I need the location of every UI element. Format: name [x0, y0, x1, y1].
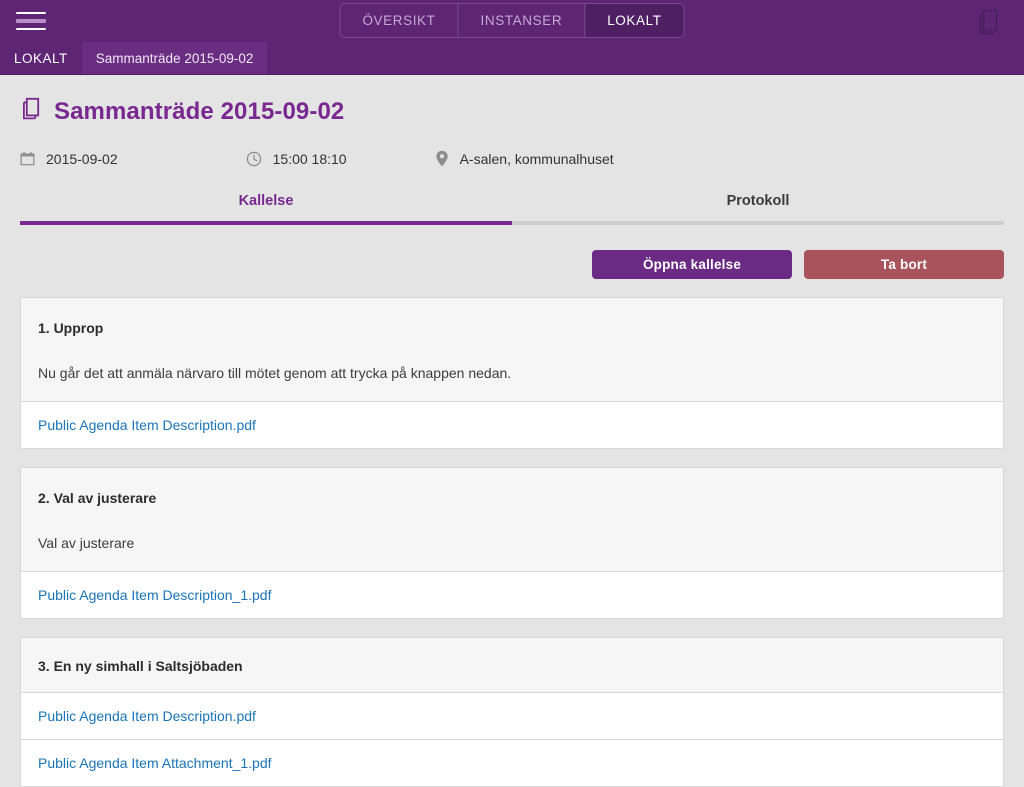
documents-copy-icon[interactable] — [976, 8, 1002, 36]
breadcrumb-item-meeting[interactable]: Sammanträde 2015-09-02 — [81, 42, 268, 74]
tab-indicator-track — [20, 221, 1004, 225]
agenda-list: 1. Upprop Nu går det att anmäla närvaro … — [20, 297, 1004, 787]
attachment-link[interactable]: Public Agenda Item Description.pdf — [21, 692, 1003, 739]
meta-date-value: 2015-09-02 — [46, 150, 118, 167]
breadcrumb-item-lokalt[interactable]: LOKALT — [0, 42, 82, 74]
tab-active-indicator — [20, 221, 512, 225]
meta-time-value: 15:00 18:10 — [272, 150, 347, 167]
location-pin-icon — [435, 150, 449, 167]
agenda-item-card: 3. En ny simhall i Saltsjöbaden Public A… — [20, 637, 1004, 787]
main-content: Sammanträde 2015-09-02 2015-09-02 15:00 … — [0, 75, 1024, 787]
agenda-item-description: Nu går det att anmäla närvaro till mötet… — [38, 365, 512, 381]
clock-icon — [246, 151, 262, 167]
agenda-item-description: Val av justerare — [38, 535, 135, 551]
meta-date: 2015-09-02 — [20, 151, 118, 167]
agenda-item-title: 3. En ny simhall i Saltsjöbaden — [38, 658, 243, 674]
page-title: Sammanträde 2015-09-02 — [54, 97, 345, 125]
open-kallelse-button[interactable]: Öppna kallelse — [592, 250, 792, 279]
agenda-item-title: 2. Val av justerare — [38, 490, 157, 506]
agenda-item-card: 1. Upprop Nu går det att anmäla närvaro … — [20, 297, 1004, 449]
agenda-item-header: 2. Val av justerare Val av justerare — [21, 468, 1003, 571]
hamburger-line-middle — [16, 19, 46, 23]
nav-tab-oversikt[interactable]: ÖVERSIKT — [340, 4, 459, 37]
breadcrumb: LOKALT Sammanträde 2015-09-02 — [0, 42, 1024, 75]
meeting-meta: 2015-09-02 15:00 18:10 A-salen, kommunal… — [20, 126, 1004, 167]
attachment-link[interactable]: Public Agenda Item Description.pdf — [21, 401, 1003, 448]
attachment-link[interactable]: Public Agenda Item Attachment_1.pdf — [21, 739, 1003, 786]
top-navigation-bar: ÖVERSIKT INSTANSER LOKALT — [0, 0, 1024, 42]
delete-button[interactable]: Ta bort — [804, 250, 1004, 279]
agenda-item-title: 1. Upprop — [38, 320, 104, 336]
action-buttons: Öppna kallelse Ta bort — [20, 250, 1004, 279]
agenda-item-header: 1. Upprop Nu går det att anmäla närvaro … — [21, 298, 1003, 401]
meta-time: 15:00 18:10 — [246, 151, 347, 167]
documents-copy-icon — [20, 97, 42, 126]
tab-protokoll[interactable]: Protokoll — [512, 193, 1004, 221]
hamburger-menu-icon[interactable] — [0, 0, 62, 42]
attachment-link[interactable]: Public Agenda Item Description_1.pdf — [21, 571, 1003, 618]
hamburger-line-bottom — [16, 28, 46, 30]
content-tabs: Kallelse Protokoll — [20, 193, 1004, 221]
meta-location: A-salen, kommunalhuset — [435, 150, 614, 167]
page-title-row: Sammanträde 2015-09-02 — [20, 75, 1004, 126]
hamburger-line-top — [16, 12, 46, 14]
agenda-item-card: 2. Val av justerare Val av justerare Pub… — [20, 467, 1004, 619]
calendar-icon — [20, 151, 35, 166]
nav-tab-instanser[interactable]: INSTANSER — [459, 4, 586, 37]
main-nav-segmented-control: ÖVERSIKT INSTANSER LOKALT — [339, 3, 685, 38]
tab-kallelse[interactable]: Kallelse — [20, 193, 512, 221]
agenda-item-header: 3. En ny simhall i Saltsjöbaden — [21, 638, 1003, 692]
nav-tab-lokalt[interactable]: LOKALT — [585, 4, 684, 37]
meta-location-value: A-salen, kommunalhuset — [459, 150, 614, 167]
